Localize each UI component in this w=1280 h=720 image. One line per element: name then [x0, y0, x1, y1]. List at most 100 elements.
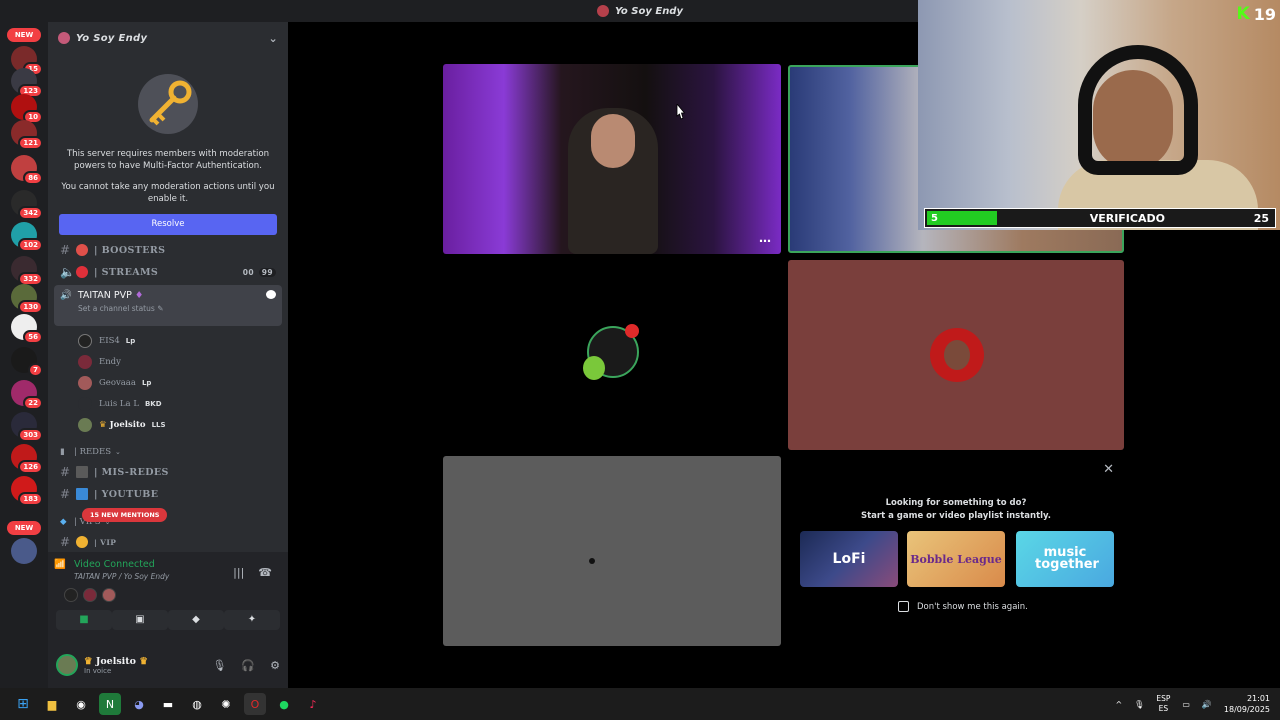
voice-channel-active[interactable]: 🔊 TAITAN PVP ♦ Set a channel status ✎	[54, 285, 282, 326]
headphones-icon[interactable]: 🎧	[241, 659, 255, 672]
close-icon[interactable]: ✕	[1103, 462, 1114, 477]
more-options-icon[interactable]: ⋯	[759, 234, 771, 248]
activity-label: Bobble League	[910, 552, 1002, 566]
resolve-button[interactable]: Resolve	[59, 214, 277, 235]
activity-button[interactable]: ◆	[168, 610, 224, 630]
clock[interactable]: 21:01 18/09/2025	[1224, 693, 1270, 715]
mention-badge: 56	[23, 330, 43, 344]
discord-icon[interactable]: ◕	[128, 693, 150, 715]
server-icon[interactable]: 22	[11, 380, 43, 410]
voice-member[interactable]: ♛ Joelsito LLS	[48, 414, 288, 435]
category-label: | REDES	[74, 447, 112, 457]
avatar-decoration	[583, 356, 605, 380]
obs-icon[interactable]: ◉	[70, 693, 92, 715]
key-icon	[128, 68, 208, 140]
new-badge: NEW	[7, 521, 41, 535]
activity-subtitle: Start a game or video playlist instantly…	[860, 511, 1052, 521]
screen-share-button[interactable]: ▣	[112, 610, 168, 630]
volume-icon[interactable]: 🔊	[1202, 700, 1212, 709]
new-mentions-pill[interactable]: 15 NEW MENTIONS	[82, 508, 168, 522]
server-icon[interactable]: 10	[11, 94, 43, 124]
new-badge: NEW	[7, 28, 41, 42]
channel-vip[interactable]: # | VIP	[48, 531, 288, 552]
category-redes[interactable]: ▮ | REDES ⌄	[48, 443, 288, 461]
voice-connection-panel: 📶 Video Connected TAITAN PVP / Yo Soy End…	[48, 552, 288, 642]
server-icon[interactable]: 183	[11, 476, 43, 506]
voice-member[interactable]: Luis La L BKD	[48, 393, 288, 414]
file-explorer-icon[interactable]: ▆	[41, 693, 63, 715]
voice-member[interactable]: Endy	[48, 351, 288, 372]
signal-icon[interactable]: 📶	[54, 559, 66, 570]
activity-title: Looking for something to do?	[885, 498, 1027, 508]
kick-counter: K 19	[1237, 4, 1276, 24]
channel-youtube[interactable]: # | YOUTUBE	[48, 483, 288, 505]
member-tag: BKD	[144, 399, 162, 408]
hash-icon: #	[60, 243, 71, 257]
channel-label: | STREAMS	[94, 266, 159, 278]
avatar[interactable]	[56, 654, 78, 676]
language-indicator[interactable]: ESP ES	[1156, 694, 1170, 714]
windows-start-icon[interactable]: ⊞	[12, 693, 34, 715]
server-icon[interactable]: 342	[11, 190, 43, 220]
camera-button[interactable]: ■	[56, 610, 112, 630]
terminal-icon[interactable]: ▬	[157, 693, 179, 715]
server-icon[interactable]: 332	[11, 256, 43, 286]
opera-icon[interactable]: O	[244, 693, 266, 715]
avatar	[78, 396, 92, 411]
server-header[interactable]: Yo Soy Endy ⌄	[48, 22, 288, 54]
microphone-icon[interactable]: 🎙	[212, 659, 226, 672]
chevron-up-icon[interactable]: ^	[1115, 700, 1122, 709]
pencil-icon[interactable]: ✎	[157, 304, 163, 313]
channel-label: | YOUTUBE	[94, 488, 159, 500]
tiktok-icon[interactable]: ♪	[302, 693, 324, 715]
spotify-icon[interactable]: ●	[273, 693, 295, 715]
microphone-icon[interactable]: 🎙	[1134, 700, 1144, 709]
voice-member[interactable]: EIS4 Lp	[48, 330, 288, 351]
channel-sidebar: Yo Soy Endy ⌄ This server requires membe…	[48, 22, 288, 552]
server-icon[interactable]: 7	[11, 347, 43, 377]
channel-boosters[interactable]: # | BOOSTERS	[48, 239, 288, 261]
server-icon[interactable]: 121	[11, 120, 43, 150]
chevron-down-icon[interactable]: ⌄	[268, 32, 278, 45]
activity-music-together[interactable]: music together	[1016, 531, 1114, 587]
video-tile-loading[interactable]	[443, 456, 781, 646]
disconnect-icon[interactable]: ☎	[258, 566, 272, 579]
voice-member[interactable]: Geovaaa Lp	[48, 372, 288, 393]
emoji-icon	[76, 266, 88, 278]
gear-icon[interactable]: ⚙	[270, 659, 280, 672]
member-name: Joelsito	[109, 419, 146, 430]
server-icon[interactable]: 56	[11, 314, 43, 344]
video-tile[interactable]	[788, 260, 1124, 450]
channel-label: | VIP	[94, 537, 117, 547]
channel-status[interactable]: Set a channel status	[78, 304, 155, 313]
chat-bubble-icon[interactable]	[266, 290, 276, 299]
video-tile[interactable]: ⋯	[443, 64, 781, 254]
server-icon[interactable]: 102	[11, 222, 43, 252]
channel-mis-redes[interactable]: # | MIS-REDES	[48, 461, 288, 483]
emoji-icon	[76, 466, 88, 478]
activity-suggestions: ✕ Looking for something to do? Start a g…	[788, 456, 1124, 646]
activity-lofi[interactable]: LoFi	[800, 531, 898, 587]
steam-icon[interactable]: ◍	[186, 693, 208, 715]
video-tile[interactable]	[443, 260, 781, 450]
checkbox-icon[interactable]	[898, 601, 909, 612]
kick-icon: K	[1236, 4, 1250, 24]
excel-icon[interactable]: N	[99, 693, 121, 715]
server-icon[interactable]: 130	[11, 284, 43, 314]
server-icon[interactable]: 303	[11, 412, 43, 442]
network-icon[interactable]: ▭	[1182, 700, 1190, 709]
soundboard-button[interactable]: ✦	[224, 610, 280, 630]
settings-icon[interactable]: ✺	[215, 693, 237, 715]
server-icon[interactable]: 126	[11, 444, 43, 474]
emoji-icon	[76, 488, 88, 500]
server-icon[interactable]	[11, 538, 37, 564]
avatar	[78, 333, 92, 348]
dont-show-checkbox[interactable]: Don't show me this again.	[898, 601, 1028, 612]
channel-streams[interactable]: 🔈 | STREAMS 00 99	[48, 261, 288, 283]
server-icon[interactable]: 86	[11, 155, 43, 185]
activity-bobble-league[interactable]: Bobble League	[907, 531, 1005, 587]
avatar	[102, 588, 116, 602]
server-icon[interactable]: 123	[11, 68, 43, 98]
avatar-face	[944, 340, 970, 370]
noise-suppression-icon[interactable]: |||	[233, 566, 244, 579]
